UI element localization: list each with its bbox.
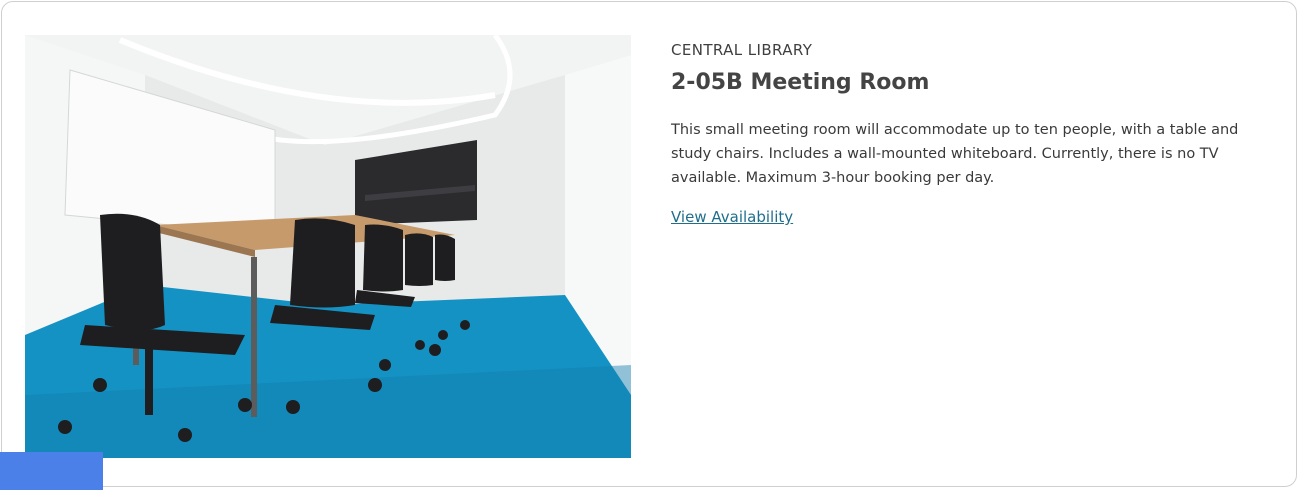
room-details: CENTRAL LIBRARY 2-05B Meeting Room This … bbox=[671, 40, 1271, 226]
room-title: 2-05B Meeting Room bbox=[671, 70, 930, 95]
room-photo bbox=[25, 35, 631, 458]
accent-tab[interactable] bbox=[0, 452, 103, 490]
room-card: CENTRAL LIBRARY 2-05B Meeting Room This … bbox=[1, 1, 1297, 487]
room-description: This small meeting room will accommodate… bbox=[671, 122, 1239, 186]
location-label: CENTRAL LIBRARY bbox=[671, 41, 813, 59]
view-availability-link[interactable]: View Availability bbox=[671, 208, 793, 226]
